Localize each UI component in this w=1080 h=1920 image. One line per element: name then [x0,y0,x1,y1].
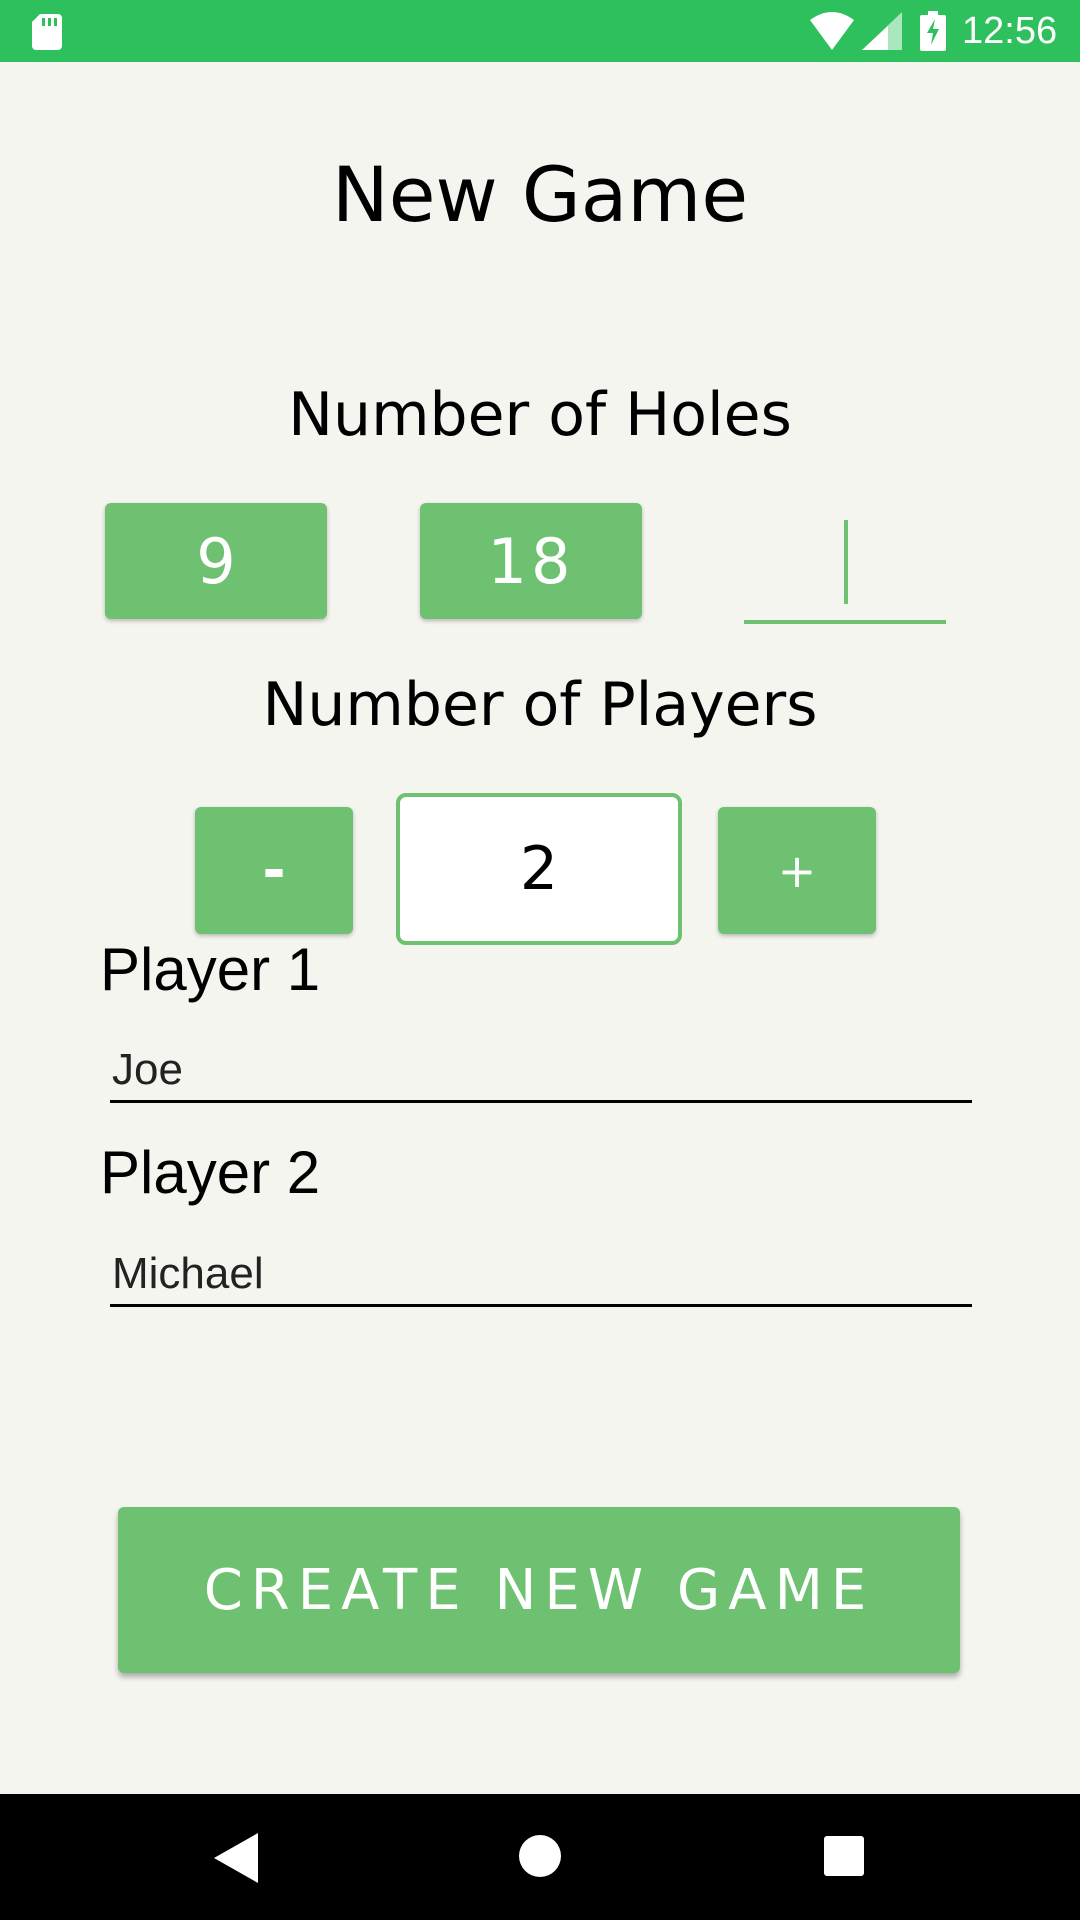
players-label: Number of Players [262,670,818,740]
page-title: New Game [331,150,749,239]
status-bar [0,0,1080,62]
battery-charging-icon [920,11,946,51]
player-1-name-input[interactable]: Joe [110,1040,972,1103]
status-clock: 12:56 [962,10,1058,52]
back-icon[interactable] [214,1833,258,1883]
wifi-icon [810,12,854,50]
player-2-label: Player 2 [100,1139,321,1206]
increment-players-button[interactable]: + [718,807,876,934]
holes-label: Number of Holes [288,380,792,450]
text-cursor [844,520,848,604]
home-icon[interactable] [518,1834,562,1878]
cell-signal-icon [862,12,902,50]
decrement-players-button[interactable]: - [195,807,353,934]
create-new-game-button[interactable]: CREATE NEW GAME [118,1507,960,1673]
holes-9-button[interactable]: 9 [105,503,327,619]
sd-card-icon [32,14,62,50]
player-1-label: Player 1 [100,936,321,1003]
player-2-name-input[interactable]: Michael [110,1244,972,1307]
custom-holes-input[interactable] [744,510,946,624]
recents-icon[interactable] [824,1836,864,1876]
player-count-field[interactable]: 2 [396,793,682,945]
holes-18-button[interactable]: 18 [420,503,642,619]
